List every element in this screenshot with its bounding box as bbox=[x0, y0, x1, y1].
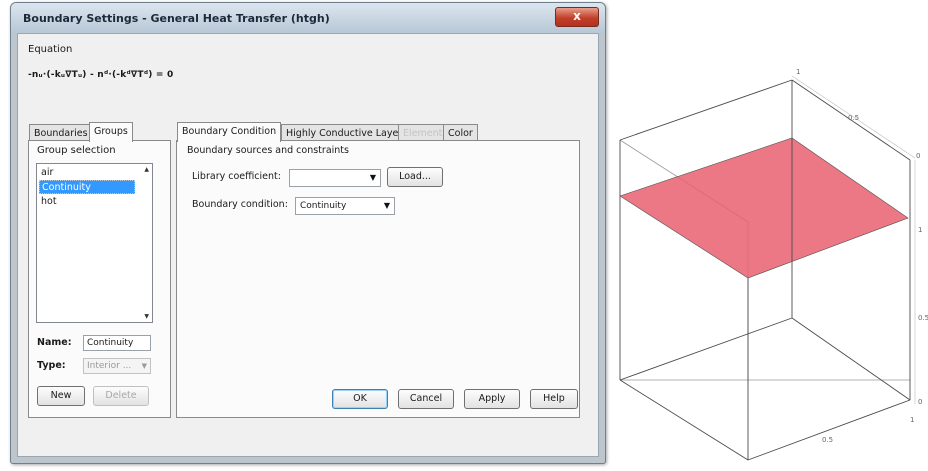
tick-label: 1 bbox=[796, 68, 800, 76]
equation-text: -nᵤ·(-kᵤ∇Tᵤ) - nᵈ·(-kᵈ∇Tᵈ) = 0 bbox=[28, 70, 174, 80]
boundary-condition-value: Continuity bbox=[300, 201, 347, 211]
library-coefficient-label: Library coefficient: bbox=[192, 171, 281, 182]
cube-edge bbox=[747, 399, 911, 461]
close-icon: x bbox=[573, 9, 581, 23]
interior-boundary-plane[interactable] bbox=[619, 137, 909, 279]
library-coefficient-select[interactable]: ▼ bbox=[289, 169, 381, 187]
geometry-3d-view[interactable]: 1 0.5 0 1 0.5 0 0.5 1 bbox=[610, 0, 928, 468]
list-item-continuity[interactable]: Continuity bbox=[39, 180, 135, 194]
delete-button[interactable]: Delete bbox=[93, 386, 149, 406]
apply-button[interactable]: Apply bbox=[464, 389, 520, 409]
tick-label: 0 bbox=[918, 398, 922, 406]
name-field[interactable]: Continuity bbox=[83, 335, 151, 351]
dialog-client-area: Equation -nᵤ·(-kᵤ∇Tᵤ) - nᵈ·(-kᵈ∇Tᵈ) = 0 … bbox=[17, 33, 599, 457]
groups-panel: Group selection air Continuity hot ▲ ▼ N… bbox=[28, 140, 171, 418]
type-select[interactable]: Interior ... ▼ bbox=[83, 358, 151, 374]
tab-boundary-condition[interactable]: Boundary Condition bbox=[177, 122, 282, 142]
section-title: Boundary sources and constraints bbox=[187, 145, 349, 156]
scroll-down-icon[interactable]: ▼ bbox=[144, 313, 149, 320]
cube-edge bbox=[619, 379, 749, 461]
boundary-condition-label: Boundary condition: bbox=[192, 199, 288, 210]
ok-button[interactable]: OK bbox=[332, 389, 388, 409]
group-selection-label: Group selection bbox=[37, 145, 116, 156]
type-select-value: Interior ... bbox=[87, 361, 132, 371]
tick-label: 0.5 bbox=[822, 436, 833, 444]
close-button[interactable]: x bbox=[555, 7, 599, 27]
tick-label: 1 bbox=[918, 226, 922, 234]
cube-edge bbox=[791, 317, 911, 401]
boundary-condition-panel: Boundary sources and constraints Library… bbox=[176, 140, 580, 418]
list-item-hot[interactable]: hot bbox=[39, 195, 135, 209]
tab-groups[interactable]: Groups bbox=[89, 122, 133, 142]
name-label: Name: bbox=[37, 337, 72, 348]
help-button[interactable]: Help bbox=[530, 389, 578, 409]
type-label: Type: bbox=[37, 360, 66, 371]
chevron-down-icon: ▼ bbox=[383, 201, 390, 210]
list-item-air[interactable]: air bbox=[39, 166, 135, 180]
tick-label: 0.5 bbox=[918, 314, 928, 322]
equation-label: Equation bbox=[28, 44, 73, 55]
new-button[interactable]: New bbox=[37, 386, 85, 406]
title-bar[interactable]: Boundary Settings - General Heat Transfe… bbox=[11, 3, 605, 33]
window-title: Boundary Settings - General Heat Transfe… bbox=[23, 12, 330, 25]
boundary-settings-dialog: Boundary Settings - General Heat Transfe… bbox=[10, 2, 606, 464]
cancel-button[interactable]: Cancel bbox=[398, 389, 454, 409]
tick-label: 0.5 bbox=[848, 114, 859, 122]
chevron-down-icon: ▼ bbox=[369, 173, 376, 182]
tick-label: 0 bbox=[916, 152, 920, 160]
cube-edge bbox=[619, 317, 793, 381]
boundary-condition-select[interactable]: Continuity ▼ bbox=[295, 197, 395, 215]
tick-label: 1 bbox=[910, 416, 914, 424]
load-button[interactable]: Load... bbox=[387, 167, 443, 187]
cube-plot: 1 0.5 0 1 0.5 0 0.5 1 bbox=[619, 68, 928, 461]
cube-edge bbox=[619, 79, 793, 141]
chevron-down-icon: ▼ bbox=[141, 362, 147, 370]
scroll-up-icon[interactable]: ▲ bbox=[144, 166, 149, 173]
group-list[interactable]: air Continuity hot ▲ ▼ bbox=[36, 163, 153, 323]
